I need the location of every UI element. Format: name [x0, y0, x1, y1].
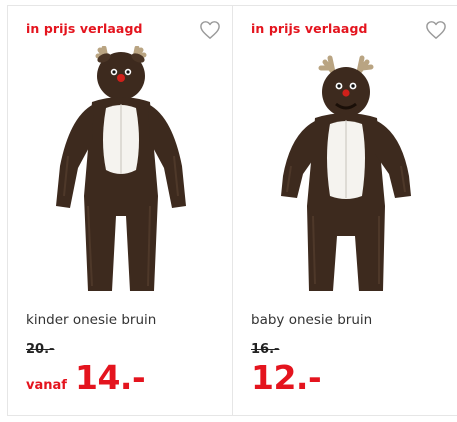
- heart-icon[interactable]: [199, 20, 221, 40]
- current-price: 12.-: [251, 358, 322, 397]
- product-image[interactable]: [233, 46, 457, 306]
- current-price: 14.-: [75, 358, 146, 397]
- old-price: 20.-: [26, 342, 55, 357]
- old-price: 16.-: [251, 342, 280, 357]
- product-name[interactable]: kinder onesie bruin: [26, 312, 156, 328]
- price-reduced-badge: in prijs verlaagd: [26, 21, 143, 36]
- product-card-kinder-onesie[interactable]: in prijs verlaagd kinder onesie bruin 20…: [8, 6, 233, 415]
- heart-icon[interactable]: [425, 20, 447, 40]
- product-card-baby-onesie[interactable]: in prijs verlaagd baby onesie bruin 16.-…: [233, 6, 457, 415]
- price-prefix: vanaf: [26, 378, 67, 393]
- product-name[interactable]: baby onesie bruin: [251, 312, 372, 328]
- product-image[interactable]: [8, 46, 233, 306]
- product-grid: in prijs verlaagd kinder onesie bruin 20…: [7, 5, 457, 416]
- price-reduced-badge: in prijs verlaagd: [251, 21, 368, 36]
